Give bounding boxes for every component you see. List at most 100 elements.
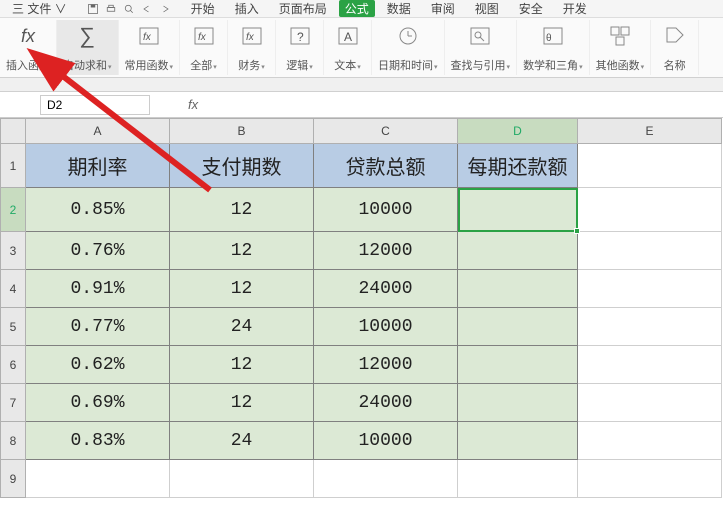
cell-b2[interactable]: 12: [170, 188, 314, 232]
tab-data[interactable]: 数据: [379, 0, 419, 17]
cell-e7[interactable]: [578, 384, 722, 422]
print-icon[interactable]: [105, 3, 117, 15]
cell-c1[interactable]: 贷款总额: [314, 144, 458, 188]
cell-c4[interactable]: 24000: [314, 270, 458, 308]
cell-e5[interactable]: [578, 308, 722, 346]
ribbon-datetime[interactable]: 日期和时间▾: [372, 20, 445, 75]
row-header-1[interactable]: 1: [0, 144, 26, 188]
cell-c9[interactable]: [314, 460, 458, 498]
ribbon-more[interactable]: 其他函数▾: [590, 20, 652, 75]
cell-a2[interactable]: 0.85%: [26, 188, 170, 232]
row-header-2[interactable]: 2: [0, 188, 26, 232]
cell-b6[interactable]: 12: [170, 346, 314, 384]
ribbon-text[interactable]: A文本▾: [324, 20, 372, 75]
cell-a5[interactable]: 0.77%: [26, 308, 170, 346]
formula-bar[interactable]: fx: [170, 97, 198, 112]
ribbon-math[interactable]: θ数学和三角▾: [517, 20, 590, 75]
datetime-label: 日期和时间▾: [378, 57, 438, 73]
tab-dev[interactable]: 开发: [555, 0, 595, 17]
fx-icon[interactable]: fx: [188, 97, 198, 112]
cell-a6[interactable]: 0.62%: [26, 346, 170, 384]
row-header-7[interactable]: 7: [0, 384, 26, 422]
cell-d4[interactable]: [458, 270, 578, 308]
cell-d2[interactable]: [458, 188, 578, 232]
cell-a8[interactable]: 0.83%: [26, 422, 170, 460]
ribbon-logical[interactable]: ?逻辑▾: [276, 20, 324, 75]
ribbon-insert-fn[interactable]: fx插入函数: [0, 20, 57, 75]
redo-icon[interactable]: [159, 3, 171, 15]
cell-e9[interactable]: [578, 460, 722, 498]
col-header-c[interactable]: C: [314, 118, 458, 144]
row-header-8[interactable]: 8: [0, 422, 26, 460]
tab-view[interactable]: 视图: [467, 0, 507, 17]
row-headers: 1 2 3 4 5 6 7 8 9: [0, 144, 26, 498]
top-menu: 三 文件 ∨ 开始 插入 页面布局 公式 数据 审阅 视图 安全 开发: [0, 0, 723, 18]
cell-d5[interactable]: [458, 308, 578, 346]
cell-c3[interactable]: 12000: [314, 232, 458, 270]
cell-c8[interactable]: 10000: [314, 422, 458, 460]
cell-d9[interactable]: [458, 460, 578, 498]
select-all-corner[interactable]: [0, 118, 26, 144]
cell-c6[interactable]: 12000: [314, 346, 458, 384]
cell-e2[interactable]: [578, 188, 722, 232]
cell-b5[interactable]: 24: [170, 308, 314, 346]
col-header-e[interactable]: E: [578, 118, 722, 144]
cell-e6[interactable]: [578, 346, 722, 384]
cell-c7[interactable]: 24000: [314, 384, 458, 422]
cell-d7[interactable]: [458, 384, 578, 422]
cell-d8[interactable]: [458, 422, 578, 460]
row-header-9[interactable]: 9: [0, 460, 26, 498]
save-icon[interactable]: [87, 3, 99, 15]
row-header-5[interactable]: 5: [0, 308, 26, 346]
col-header-d[interactable]: D: [458, 118, 578, 144]
ribbon-names[interactable]: 名称: [651, 20, 699, 75]
tab-review[interactable]: 审阅: [423, 0, 463, 17]
cell-a1[interactable]: 期利率: [26, 144, 170, 188]
row-header-3[interactable]: 3: [0, 232, 26, 270]
names-icon: [663, 24, 687, 48]
file-menu[interactable]: 三 文件 ∨: [4, 0, 75, 17]
svg-text:fx: fx: [198, 32, 207, 43]
cell-a7[interactable]: 0.69%: [26, 384, 170, 422]
row-header-6[interactable]: 6: [0, 346, 26, 384]
cell-a4[interactable]: 0.91%: [26, 270, 170, 308]
names-label: 名称: [664, 57, 686, 73]
svg-text:A: A: [344, 30, 352, 44]
recent-icon: fx: [137, 24, 161, 48]
cell-b9[interactable]: [170, 460, 314, 498]
ribbon-financial[interactable]: fx财务▾: [228, 20, 276, 75]
undo-icon[interactable]: [141, 3, 153, 15]
cell-d6[interactable]: [458, 346, 578, 384]
cell-b8[interactable]: 24: [170, 422, 314, 460]
ribbon-all[interactable]: fx全部▾: [180, 20, 228, 75]
cell-e4[interactable]: [578, 270, 722, 308]
tab-insert[interactable]: 插入: [227, 0, 267, 17]
ribbon-autosum[interactable]: ∑自动求和▾: [57, 20, 119, 75]
col-header-a[interactable]: A: [26, 118, 170, 144]
tab-pagelayout[interactable]: 页面布局: [271, 0, 335, 17]
cell-d1[interactable]: 每期还款额: [458, 144, 578, 188]
more-icon: [608, 24, 632, 48]
cell-d3[interactable]: [458, 232, 578, 270]
cell-b4[interactable]: 12: [170, 270, 314, 308]
cell-b1[interactable]: 支付期数: [170, 144, 314, 188]
cell-c5[interactable]: 10000: [314, 308, 458, 346]
col-header-b[interactable]: B: [170, 118, 314, 144]
cell-e3[interactable]: [578, 232, 722, 270]
preview-icon[interactable]: [123, 3, 135, 15]
cell-a9[interactable]: [26, 460, 170, 498]
tab-security[interactable]: 安全: [511, 0, 551, 17]
ribbon-recent[interactable]: fx常用函数▾: [119, 20, 181, 75]
name-box[interactable]: [40, 95, 150, 115]
logical-label: 逻辑▾: [286, 57, 313, 73]
cell-e8[interactable]: [578, 422, 722, 460]
cell-e1[interactable]: [578, 144, 722, 188]
row-header-4[interactable]: 4: [0, 270, 26, 308]
ribbon-lookup[interactable]: 查找与引用▾: [445, 20, 518, 75]
tab-start[interactable]: 开始: [183, 0, 223, 17]
tab-formulas[interactable]: 公式: [339, 0, 375, 17]
cell-a3[interactable]: 0.76%: [26, 232, 170, 270]
cell-c2[interactable]: 10000: [314, 188, 458, 232]
cell-b7[interactable]: 12: [170, 384, 314, 422]
cell-b3[interactable]: 12: [170, 232, 314, 270]
